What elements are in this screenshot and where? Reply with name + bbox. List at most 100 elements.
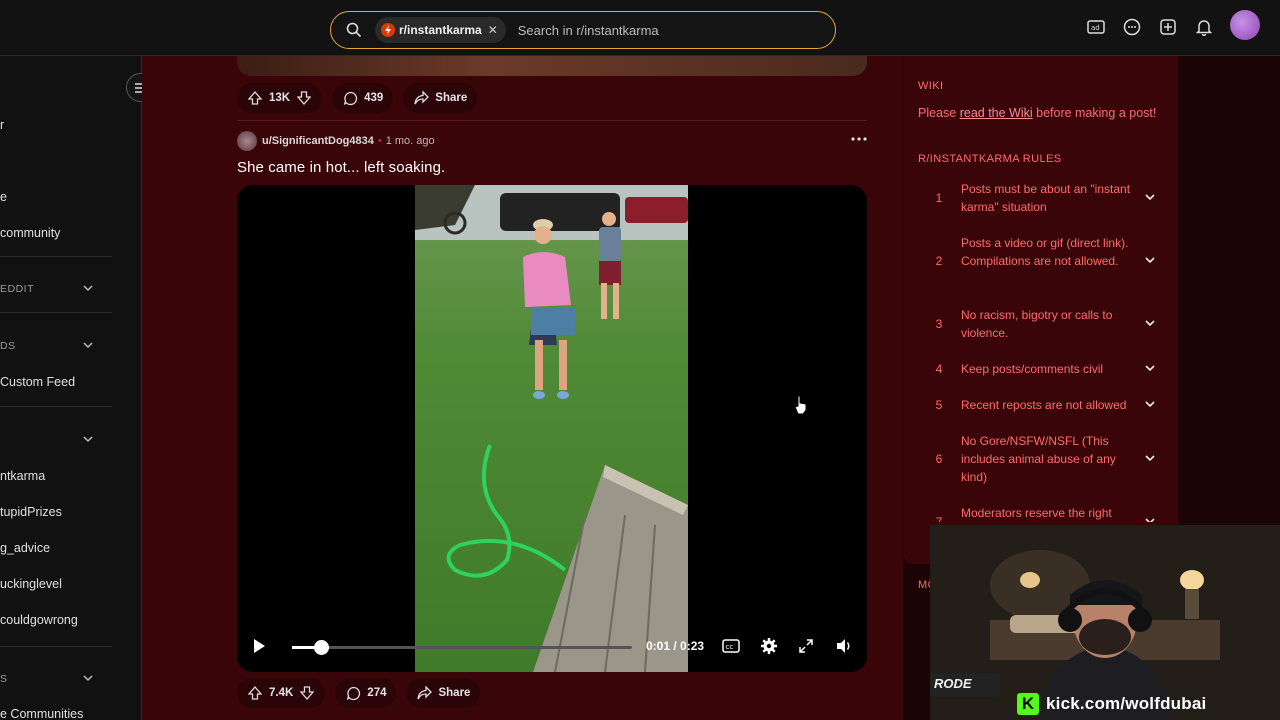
downvote-icon[interactable] <box>296 90 312 106</box>
create-post-icon[interactable] <box>1158 17 1178 37</box>
rule-item[interactable]: 7 Moderators reserve the right <box>918 504 1164 522</box>
post-actions: 7.4K 274 Share <box>237 678 481 708</box>
sidebar-section-recent[interactable]: EDDIT <box>0 283 34 295</box>
chevron-down-icon[interactable] <box>1144 362 1156 374</box>
wiki-text: Please read the Wiki before making a pos… <box>918 106 1156 120</box>
sidebar-item-community[interactable]: uckinglevel <box>0 577 62 591</box>
chevron-down-icon[interactable] <box>82 339 94 351</box>
upvote-icon[interactable] <box>247 685 263 701</box>
chevron-down-icon[interactable] <box>1144 191 1156 203</box>
sidebar-divider <box>0 256 112 257</box>
post-title[interactable]: She came in hot... left soaking. <box>237 159 445 176</box>
share-icon <box>416 685 432 701</box>
sidebar-section-resources[interactable]: S <box>0 673 8 685</box>
downvote-icon[interactable] <box>299 685 315 701</box>
rule-text: No Gore/NSFW/NSFL (This includes animal … <box>961 434 1116 484</box>
mic-brand-label: RODE <box>934 676 972 691</box>
remove-filter-icon[interactable]: ✕ <box>488 23 498 37</box>
sidebar-item-communities[interactable]: e Communities <box>0 707 83 720</box>
share-label: Share <box>438 687 471 699</box>
vote-pill: 13K <box>237 83 323 113</box>
comments-button[interactable]: 274 <box>335 678 397 708</box>
search-bar[interactable]: r/instantkarma ✕ Search in r/instantkarm… <box>330 11 836 49</box>
stream-url: kick.com/wolfdubai <box>1046 694 1207 713</box>
share-label: Share <box>435 92 468 104</box>
play-icon[interactable] <box>249 636 269 656</box>
video-controls: 0:01 / 0:23 cc <box>237 622 867 672</box>
sidebar-item-community[interactable]: g_advice <box>0 541 50 555</box>
previous-post-actions: 13K 439 Share <box>237 83 478 113</box>
chevron-down-icon[interactable] <box>82 282 94 294</box>
comment-icon <box>345 685 361 701</box>
comments-button[interactable]: 439 <box>332 83 394 113</box>
svg-text:cc: cc <box>726 643 734 651</box>
user-avatar[interactable] <box>1230 10 1260 40</box>
rule-text: Moderators reserve the right <box>961 506 1112 520</box>
video-scrubber[interactable] <box>292 640 632 655</box>
top-bar: r/instantkarma ✕ Search in r/instantkarm… <box>0 0 1280 56</box>
rule-number: 4 <box>935 362 943 376</box>
rules-heading: R/INSTANTKARMA RULES <box>918 153 1062 165</box>
search-input[interactable]: Search in r/instantkarma <box>518 23 659 38</box>
chevron-down-icon[interactable] <box>1144 452 1156 464</box>
sidebar-divider <box>0 646 112 647</box>
rule-number: 2 <box>935 254 943 268</box>
fullscreen-icon[interactable] <box>796 636 816 656</box>
rule-text: Posts must be about an "instant karma" s… <box>961 182 1131 214</box>
rule-number: 5 <box>935 398 943 412</box>
rule-number: 7 <box>935 515 943 522</box>
author-avatar[interactable] <box>237 131 257 151</box>
sidebar-divider <box>0 312 112 313</box>
previous-post-video[interactable] <box>237 56 867 76</box>
subreddit-filter-chip[interactable]: r/instantkarma ✕ <box>375 17 506 43</box>
chat-icon[interactable] <box>1122 17 1142 37</box>
chevron-down-icon[interactable] <box>1144 515 1156 522</box>
notification-icon[interactable] <box>1194 17 1214 37</box>
comment-count: 274 <box>367 687 387 699</box>
webcam-overlay: RODE <box>930 525 1280 720</box>
volume-icon[interactable] <box>834 636 854 656</box>
ads-icon[interactable]: ad <box>1086 17 1106 37</box>
scrubber-handle[interactable] <box>314 640 329 655</box>
svg-text:ad: ad <box>1091 24 1100 32</box>
chevron-down-icon[interactable] <box>82 433 94 445</box>
rule-text: Posts a video or gif (direct link). Comp… <box>961 236 1129 268</box>
share-button[interactable]: Share <box>406 678 481 708</box>
subreddit-icon <box>381 23 395 37</box>
comment-icon <box>342 90 358 106</box>
more-options-icon[interactable] <box>850 132 868 146</box>
chevron-down-icon[interactable] <box>1144 398 1156 410</box>
chevron-down-icon[interactable] <box>1144 254 1156 266</box>
video-player[interactable]: 0:01 / 0:23 cc <box>237 185 867 672</box>
share-button[interactable]: Share <box>403 83 478 113</box>
post-author[interactable]: u/SignificantDog4834 <box>262 135 374 147</box>
captions-icon[interactable]: cc <box>721 636 741 656</box>
upvote-icon[interactable] <box>247 90 263 106</box>
chevron-down-icon[interactable] <box>1144 317 1156 329</box>
sidebar-item-create-community[interactable]: community <box>0 226 60 240</box>
subreddit-chip-label: r/instantkarma <box>399 23 482 37</box>
wiki-text-after: before making a post! <box>1032 106 1157 120</box>
sidebar-item[interactable]: e <box>0 190 7 204</box>
kick-logo-icon: K <box>1017 693 1039 715</box>
wiki-link[interactable]: read the Wiki <box>960 106 1033 120</box>
rule-number: 6 <box>935 452 943 466</box>
sidebar-item-community[interactable]: tupidPrizes <box>0 505 62 519</box>
rule-number: 3 <box>935 317 943 331</box>
vote-count: 7.4K <box>269 687 294 699</box>
share-icon <box>413 90 429 106</box>
sidebar-item-community[interactable]: couldgowrong <box>0 613 78 627</box>
settings-gear-icon[interactable] <box>759 636 779 656</box>
video-time: 0:01 / 0:23 <box>646 639 705 653</box>
sidebar-item[interactable]: r <box>0 118 4 132</box>
chevron-down-icon[interactable] <box>82 672 94 684</box>
post-age: 1 mo. ago <box>385 135 435 147</box>
sidebar-item-community[interactable]: ntkarma <box>0 469 45 483</box>
meta-separator: • <box>377 135 382 147</box>
rule-text: No racism, bigotry or calls to violence. <box>961 308 1113 340</box>
left-sidebar: r e community EDDIT DS Custom Feed ntkar… <box>0 56 142 720</box>
video-frame <box>415 185 688 672</box>
wiki-heading: WIKI <box>918 80 944 92</box>
sidebar-section-custom-feeds[interactable]: DS <box>0 340 16 352</box>
sidebar-item-custom-feed[interactable]: Custom Feed <box>0 375 75 389</box>
